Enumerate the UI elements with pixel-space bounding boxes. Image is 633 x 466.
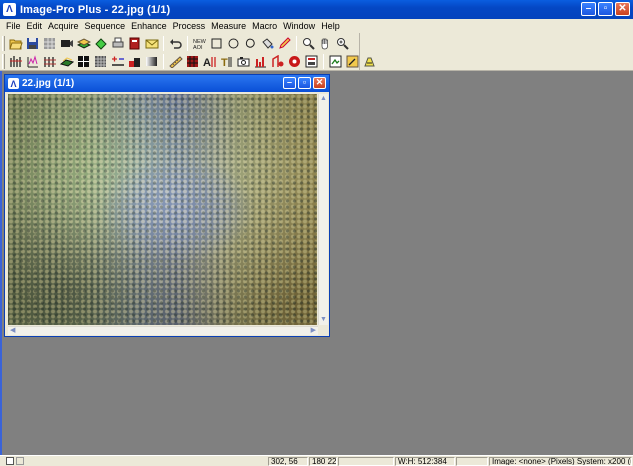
yellow-tool-icon[interactable] (362, 54, 377, 69)
red-color-icon[interactable] (270, 54, 285, 69)
camera-icon[interactable] (59, 36, 74, 51)
menu-bar: File Edit Acquire Sequence Enhance Proce… (0, 19, 633, 33)
pattern-icon[interactable] (93, 54, 108, 69)
zoom-icon[interactable] (301, 36, 316, 51)
red-film-icon[interactable] (287, 54, 302, 69)
status-coords: 302, 56 (268, 457, 308, 466)
status-blank-1 (338, 457, 394, 466)
toolbar-separator (296, 35, 297, 51)
status-checkbox-icon[interactable] (6, 457, 14, 465)
yellow-edit-icon[interactable] (345, 54, 360, 69)
menu-acquire[interactable]: Acquire (45, 21, 82, 31)
scroll-down-icon[interactable]: ▼ (320, 316, 327, 324)
toolbar-separator (187, 35, 188, 51)
line-profile-icon[interactable] (25, 54, 40, 69)
status-blank-2 (456, 457, 488, 466)
toolbar-divider (359, 33, 360, 71)
chart-icon[interactable] (253, 54, 268, 69)
menu-sequence[interactable]: Sequence (82, 21, 129, 31)
toolbar-grip[interactable] (2, 35, 5, 51)
gradient-icon[interactable] (144, 54, 159, 69)
close-icon[interactable]: ✕ (615, 2, 630, 16)
image-vignette (8, 94, 317, 325)
status-bar: 302, 56 180 221 W:H: 512:384 Image: <non… (0, 455, 633, 466)
toolbar-grip[interactable] (2, 53, 5, 69)
menu-process[interactable]: Process (170, 21, 209, 31)
zoom-in-icon[interactable] (335, 36, 350, 51)
irregular-aoi-icon[interactable] (243, 36, 258, 51)
pencil-icon[interactable] (277, 36, 292, 51)
grid-icon[interactable] (42, 36, 57, 51)
menu-window[interactable]: Window (280, 21, 318, 31)
menu-file[interactable]: File (3, 21, 24, 31)
new-aoi-icon[interactable]: NEW AOI (192, 36, 207, 51)
scroll-left-icon[interactable]: ◀ (10, 327, 15, 335)
measure-plus-icon[interactable] (110, 54, 125, 69)
doc-close-icon[interactable]: ✕ (313, 77, 326, 89)
image-document-window[interactable]: Λ 22.jpg (1/1) – ▫ ✕ ▲ ▼ ◀ ▶ (4, 74, 330, 337)
toolbar-separator (163, 53, 164, 69)
status-image-info: Image: <none> (Pixels) System: x200 (ums… (489, 457, 632, 466)
app-title: Image-Pro Plus - 22.jpg (1/1) (20, 3, 171, 16)
undo-icon[interactable] (168, 36, 183, 51)
svg-text:AOI: AOI (193, 45, 203, 50)
document-icon[interactable]: Λ (8, 78, 19, 89)
green-capture-icon[interactable] (328, 54, 343, 69)
threshold-icon[interactable] (127, 54, 142, 69)
status-overlay-icon[interactable] (16, 457, 24, 465)
toolbar-separator (323, 53, 324, 69)
red-book-icon[interactable] (127, 36, 142, 51)
maximize-icon[interactable]: ▫ (598, 2, 613, 16)
toolbar-row-2: A T (0, 52, 378, 70)
vertical-scrollbar[interactable]: ▲ ▼ (318, 94, 328, 325)
document-title-bar[interactable]: Λ 22.jpg (1/1) – ▫ ✕ (5, 75, 329, 92)
histogram-icon[interactable] (8, 54, 23, 69)
bitmap-analysis-icon[interactable] (42, 54, 57, 69)
scroll-up-icon[interactable]: ▲ (320, 95, 327, 103)
open-folder-icon[interactable] (8, 36, 23, 51)
hand-pan-icon[interactable] (318, 36, 333, 51)
rectangle-aoi-icon[interactable] (209, 36, 224, 51)
save-disk-icon[interactable] (25, 36, 40, 51)
menu-macro[interactable]: Macro (249, 21, 280, 31)
capture-icon[interactable] (304, 54, 319, 69)
status-pixel-value: 180 221 (309, 457, 337, 466)
toolbar-row-1: NEW AOI (0, 34, 351, 52)
polygon-icon[interactable] (93, 36, 108, 51)
aoi-a-icon[interactable]: A (202, 54, 217, 69)
menu-help[interactable]: Help (318, 21, 343, 31)
surface-plot-icon[interactable] (59, 54, 74, 69)
svg-text:T: T (221, 57, 228, 68)
bucket-icon[interactable] (260, 36, 275, 51)
toolbar-area: NEW AOI A T (0, 33, 633, 71)
menu-enhance[interactable]: Enhance (128, 21, 170, 31)
document-title: 22.jpg (1/1) (22, 78, 75, 89)
layers-icon[interactable] (76, 36, 91, 51)
envelope-icon[interactable] (144, 36, 159, 51)
microscope-image[interactable] (8, 94, 317, 325)
black-square-icon[interactable] (76, 54, 91, 69)
scroll-right-icon[interactable]: ▶ (311, 327, 316, 335)
doc-maximize-icon[interactable]: ▫ (298, 77, 311, 89)
doc-minimize-icon[interactable]: – (283, 77, 296, 89)
toolbar-separator (163, 35, 164, 51)
app-icon[interactable]: Λ (3, 3, 16, 16)
status-dimensions: W:H: 512:384 (395, 457, 455, 466)
printer-icon[interactable] (110, 36, 125, 51)
menu-edit[interactable]: Edit (24, 21, 46, 31)
red-pattern-icon[interactable] (185, 54, 200, 69)
left-edge-strip (0, 71, 2, 455)
ellipse-aoi-icon[interactable] (226, 36, 241, 51)
menu-measure[interactable]: Measure (208, 21, 249, 31)
camera-count-icon[interactable] (236, 54, 251, 69)
text-icon[interactable]: T (219, 54, 234, 69)
minimize-icon[interactable]: – (581, 2, 596, 16)
svg-text:A: A (203, 57, 211, 68)
calibrate-ruler-icon[interactable] (168, 54, 183, 69)
app-title-bar[interactable]: Λ Image-Pro Plus - 22.jpg (1/1) – ▫ ✕ (0, 0, 633, 19)
horizontal-scrollbar[interactable]: ◀ ▶ (8, 326, 318, 335)
